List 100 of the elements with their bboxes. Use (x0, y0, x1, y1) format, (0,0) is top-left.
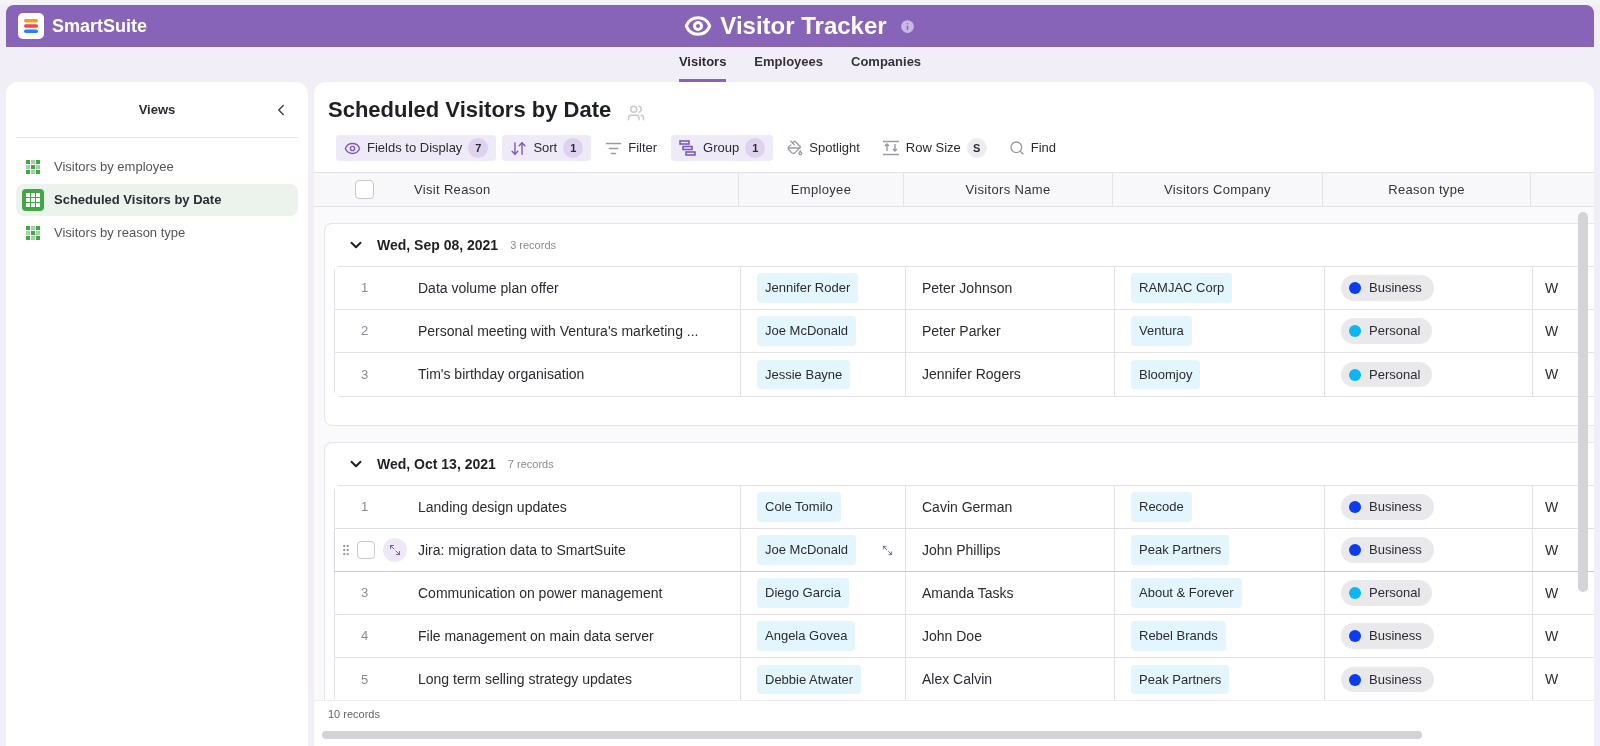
toolbar-button[interactable]: Filter (597, 135, 666, 161)
row-number: 2 (360, 322, 369, 341)
reason-type-tag: Business (1341, 666, 1434, 693)
expand-button[interactable] (383, 538, 407, 562)
row-size-icon (881, 140, 900, 156)
row-checkbox[interactable] (357, 541, 375, 559)
nav-tab[interactable]: Companies (851, 51, 922, 82)
table-cell-text: W (1545, 626, 1559, 646)
table-row[interactable]: 3 Communication on power management Diego Garcia Amanda Tasks About & Forever Personal W (335, 572, 1594, 615)
select-all-checkbox[interactable] (354, 180, 374, 199)
employee-chip: Jessie Bayne (757, 359, 851, 390)
count-badge: 1 (745, 138, 766, 158)
paint-bucket-icon (787, 140, 804, 156)
employee-chip: Joe McDonald (757, 316, 857, 346)
logo-icon (18, 13, 44, 39)
table-cell-text: Jennifer Rogers (922, 365, 1021, 384)
record-count: 7 records (507, 456, 554, 472)
view-item[interactable]: Visitors by reason type (16, 217, 298, 249)
view-title: Scheduled Visitors by Date (328, 96, 612, 124)
count-badge: 7 (468, 138, 489, 158)
table-cell-text: Jira: migration data to SmartSuite (418, 540, 626, 560)
table-cell-text: File management on main data server (418, 626, 654, 646)
company-chip: About & Forever (1131, 578, 1242, 608)
app-title: Visitor Tracker (720, 11, 887, 41)
view-item[interactable]: Scheduled Visitors by Date (16, 184, 298, 216)
expand-icon (389, 544, 401, 556)
toolbar-button[interactable]: Row Size S (873, 135, 995, 161)
table-cell-text: W (1545, 583, 1559, 603)
footer-record-count: 10 records (328, 706, 380, 722)
view-label: Visitors by reason type (54, 224, 186, 243)
table-row[interactable]: 1 Data volume plan offer Jennifer Roder Peter Johnson RAMJAC Corp Business W (335, 267, 1594, 310)
group-icon (679, 140, 698, 156)
table-cell-text: W (1545, 321, 1559, 341)
table-cell-text: John Phillips (922, 540, 1001, 560)
reason-type-tag: Personal (1341, 361, 1433, 388)
company-chip: Rebel Brands (1131, 621, 1226, 651)
search-icon (1008, 140, 1025, 156)
employee-chip: Cole Tomilo (757, 492, 841, 522)
column-header[interactable]: Visitors Company (1164, 179, 1271, 200)
table-cell-text: Tim's birthday organisation (418, 365, 585, 384)
sort-icon (510, 139, 528, 157)
nav-tab[interactable]: Employees (754, 51, 823, 82)
column-header[interactable]: Visit Reason (414, 179, 491, 200)
company-chip: RAMJAC Corp (1131, 273, 1233, 303)
table-cell-text: John Doe (922, 626, 982, 646)
table-cell-text: Alex Calvin (922, 670, 993, 689)
company-chip: Recode (1131, 492, 1192, 522)
table-cell-text: W (1545, 365, 1559, 384)
toolbar-button[interactable]: Group 1 (671, 135, 774, 161)
row-number: 3 (360, 365, 369, 384)
table-cell-text: Personal meeting with Ventura's marketing ... (418, 321, 699, 341)
table-cell-text: W (1545, 278, 1559, 298)
table-row[interactable]: 1 Landing design updates Cole Tomilo Cavin German Recode Business W (335, 486, 1594, 529)
table-cell-text: Long term selling strategy updates (418, 670, 632, 689)
vertical-scrollbar[interactable] (1578, 212, 1588, 592)
info-icon[interactable] (898, 17, 916, 35)
table-cell-text: Amanda Tasks (922, 583, 1014, 603)
table-cell-text: W (1545, 497, 1559, 517)
column-header[interactable]: Employee (790, 179, 852, 200)
company-chip: Peak Partners (1131, 535, 1230, 565)
grid-icon (26, 226, 40, 240)
reason-type-tag: Business (1341, 494, 1434, 520)
table-row[interactable]: Jira: migration data to SmartSuite Joe McDonald John Phillips Peak Partners Business W (335, 529, 1594, 572)
toolbar-button[interactable]: Spotlight (779, 135, 868, 161)
table-cell-text: W (1545, 540, 1559, 560)
view-item[interactable]: Visitors by employee (16, 151, 298, 183)
table-cell-text: Communication on power management (418, 583, 663, 603)
table-cell-text: Cavin German (922, 497, 1013, 517)
row-number: 1 (360, 279, 369, 298)
grid-icon (22, 189, 44, 211)
count-badge: S (966, 138, 987, 158)
reason-type-tag: Business (1341, 623, 1434, 649)
employee-chip: Diego Garcia (757, 578, 849, 608)
toolbar-button[interactable]: Sort 1 (502, 135, 592, 161)
row-number: 1 (360, 498, 369, 517)
table-cell-text: Peter Parker (922, 321, 1001, 341)
column-header[interactable]: Reason type (1388, 179, 1465, 200)
horizontal-scrollbar[interactable] (322, 731, 1422, 739)
count-badge: 1 (563, 138, 584, 158)
table-row[interactable]: 4 File management on main data server Angela Govea John Doe Rebel Brands Business W (335, 615, 1594, 658)
reason-type-tag: Business (1341, 275, 1434, 301)
expand-icon[interactable] (882, 544, 893, 556)
reason-type-tag: Personal (1341, 318, 1433, 344)
record-count: 3 records (510, 237, 556, 253)
grid-icon (26, 160, 40, 174)
table-cell-text: Peter Johnson (922, 278, 1013, 298)
row-number: 4 (360, 627, 369, 646)
toolbar-button[interactable]: Fields to Display 7 (336, 135, 497, 161)
view-label: Visitors by employee (54, 158, 174, 177)
employee-chip: Debbie Atwater (757, 664, 862, 695)
table-row[interactable]: 2 Personal meeting with Ventura's marketing ... Joe McDonald Peter Parker Ventura Personal W (335, 310, 1594, 353)
employee-chip: Angela Govea (757, 621, 856, 651)
employee-chip: Jennifer Roder (757, 273, 859, 303)
people-icon[interactable] (627, 104, 646, 122)
table-cell-text: Landing design updates (418, 497, 567, 517)
group-title: Wed, Oct 13, 2021 (377, 454, 496, 474)
toolbar-button[interactable]: Find (1000, 135, 1065, 161)
table-cell-text: W (1545, 670, 1559, 689)
view-label: Scheduled Visitors by Date (54, 191, 222, 210)
column-header[interactable]: Visitors Name (965, 179, 1051, 200)
